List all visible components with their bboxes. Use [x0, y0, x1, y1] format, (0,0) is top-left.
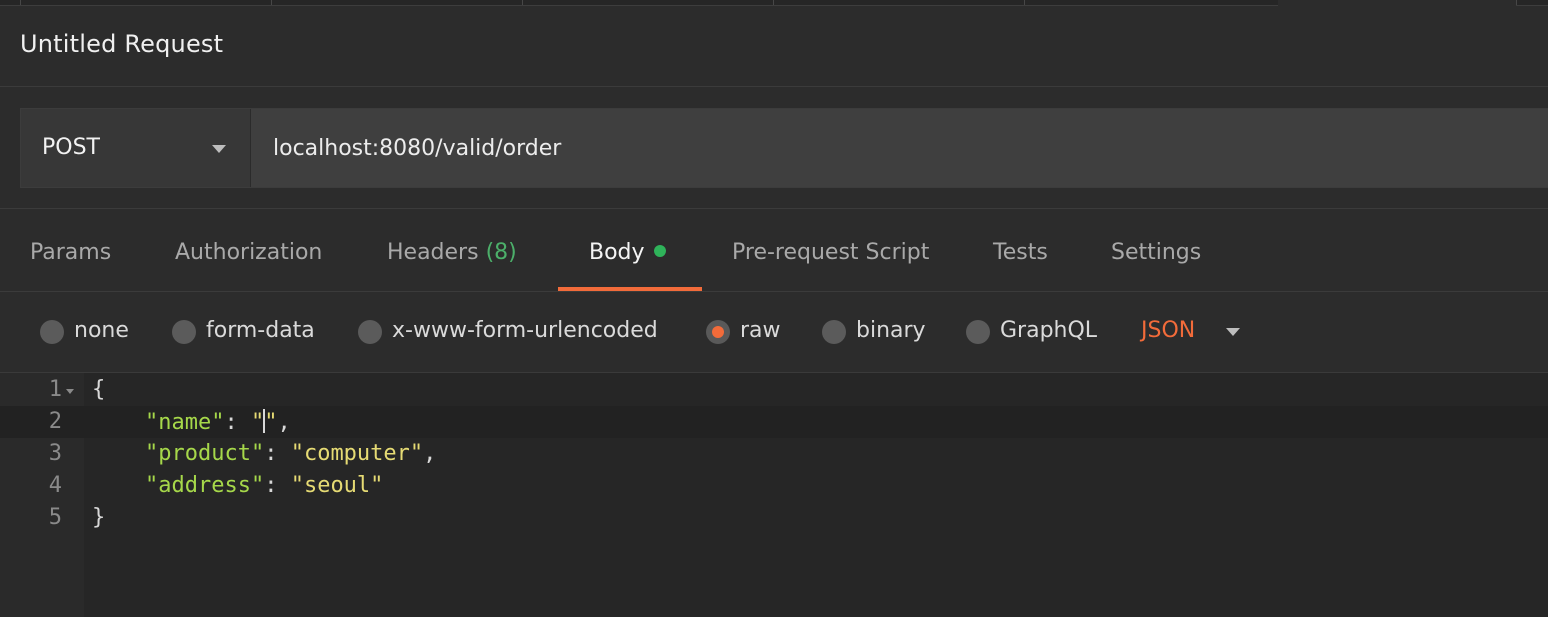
tab-label: Body: [589, 240, 645, 265]
body-type-selector: none form-data x-www-form-urlencoded raw…: [0, 305, 1548, 365]
radio-unchecked-icon: [358, 320, 382, 344]
radio-unchecked-icon: [40, 320, 64, 344]
radio-label: x-www-form-urlencoded: [392, 318, 658, 343]
divider: [0, 291, 1548, 292]
chevron-down-icon[interactable]: [1226, 328, 1240, 336]
request-tabs: Params Authorization Headers (8) Body Pr…: [0, 222, 1548, 292]
headers-count-badge: (8): [485, 240, 517, 265]
url-input[interactable]: [251, 109, 1548, 187]
raw-format-select[interactable]: JSON: [1141, 318, 1195, 343]
radio-unchecked-icon: [822, 320, 846, 344]
line-number: 5: [48, 505, 62, 530]
tab-label: Pre-request Script: [732, 240, 930, 265]
active-request-tab[interactable]: [1278, 0, 1516, 6]
code-line: {: [92, 377, 105, 402]
method-label: POST: [42, 135, 100, 160]
request-tab-strip: [0, 0, 1548, 6]
fold-arrow-icon[interactable]: [66, 389, 74, 394]
json-string: ": [250, 410, 265, 435]
radio-label: GraphQL: [1000, 318, 1098, 343]
method-select[interactable]: POST: [21, 109, 251, 187]
code-line: "name": "",: [144, 409, 291, 435]
tab-settings[interactable]: Settings: [1111, 240, 1201, 265]
tab-separator: [271, 0, 272, 5]
tab-label: Params: [30, 240, 112, 265]
tab-label: Tests: [993, 240, 1048, 265]
body-modified-dot-icon: [653, 245, 666, 257]
tab-tests[interactable]: Tests: [993, 240, 1048, 265]
code-editor[interactable]: 1 2 3 4 5 { "name": "", "product": "comp…: [0, 372, 1548, 617]
json-punctuation: ,: [277, 410, 291, 435]
line-number: 2: [48, 409, 62, 434]
tab-separator: [773, 0, 774, 5]
tab-separator: [522, 0, 523, 5]
line-number: 3: [48, 441, 62, 466]
code-line: "address": "seoul": [144, 473, 384, 498]
tab-separator: [1516, 0, 1517, 5]
open-brace: {: [92, 377, 106, 402]
url-bar: POST: [20, 108, 1548, 188]
tab-body[interactable]: Body: [589, 240, 666, 265]
tab-params[interactable]: Params: [30, 240, 111, 265]
tab-separator: [20, 0, 21, 5]
code-line: }: [92, 505, 105, 530]
radio-label: form-data: [206, 318, 315, 343]
tab-label: Authorization: [175, 240, 323, 265]
tab-separator: [1024, 0, 1025, 5]
tab-headers[interactable]: Headers (8): [387, 240, 517, 265]
line-number: 4: [48, 473, 62, 498]
divider: [0, 86, 1548, 87]
radio-label: binary: [856, 318, 926, 343]
code-line: "product": "computer",: [144, 441, 437, 466]
json-string: ": [264, 410, 278, 435]
json-key: "name": [144, 410, 225, 435]
chevron-down-icon: [212, 145, 226, 153]
tab-authorization[interactable]: Authorization: [175, 240, 322, 265]
radio-checked-icon: [706, 320, 730, 344]
radio-unchecked-icon: [966, 320, 990, 344]
raw-format-label: JSON: [1141, 318, 1196, 343]
request-title[interactable]: Untitled Request: [20, 30, 223, 58]
line-number: 1: [48, 377, 62, 402]
radio-unchecked-icon: [172, 320, 196, 344]
radio-label: none: [74, 318, 129, 343]
tab-label: Settings: [1111, 240, 1202, 265]
json-punctuation: ,: [423, 441, 437, 466]
json-string: "computer": [290, 441, 424, 466]
tab-pre-request-script[interactable]: Pre-request Script: [732, 240, 929, 265]
json-string: "seoul": [290, 473, 384, 498]
json-key: "address": [144, 473, 265, 498]
close-brace: }: [92, 505, 106, 530]
tab-label: Headers: [387, 240, 479, 265]
json-key: "product": [144, 441, 265, 466]
radio-label: raw: [740, 318, 781, 343]
divider: [0, 208, 1548, 209]
